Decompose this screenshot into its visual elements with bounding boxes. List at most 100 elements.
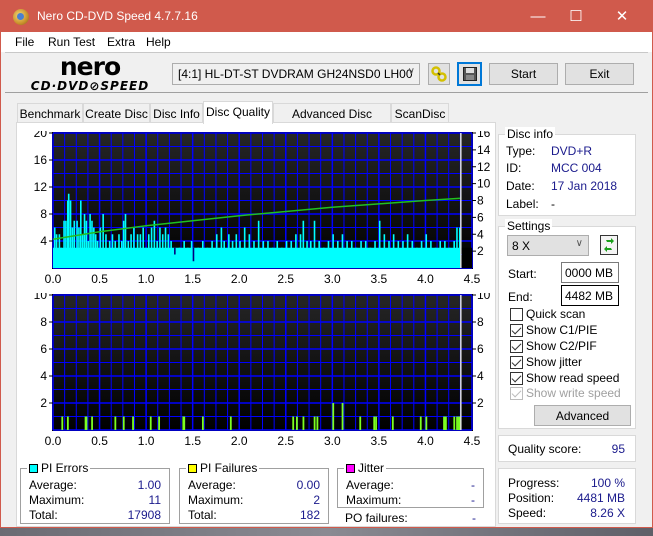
pi-failures-stats: PI Failures Average: 0.00 Maximum: 2 Total… bbox=[179, 461, 329, 524]
quality-score-group: Quality score: 95 bbox=[498, 435, 636, 462]
y2-tick-label: 2 bbox=[477, 244, 484, 258]
jitter-swatch bbox=[346, 464, 355, 473]
pi-errors-bar bbox=[411, 241, 414, 268]
y-tick-label: 20 bbox=[34, 131, 48, 140]
pi-errors-dip bbox=[174, 247, 176, 255]
pi-errors-bar bbox=[136, 234, 139, 268]
pi-errors-bar bbox=[130, 234, 132, 268]
tab-disc-info[interactable]: Disc Info bbox=[150, 103, 203, 123]
pi-errors-bar bbox=[309, 241, 312, 268]
pi-failures-bar bbox=[313, 416, 316, 430]
speed-select[interactable]: 8 X ∨ bbox=[507, 235, 589, 256]
menu-extra[interactable]: Extra bbox=[107, 35, 135, 49]
stat-row: Maximum: 11 bbox=[29, 493, 161, 507]
y2-tick-label: 8 bbox=[477, 194, 484, 208]
chain-link-icon bbox=[431, 66, 447, 82]
pi-errors-bar bbox=[120, 241, 123, 268]
pi-errors-bar bbox=[235, 234, 238, 268]
pi-errors-bar bbox=[239, 241, 241, 268]
speed-select-value: 8 X bbox=[512, 239, 531, 253]
refresh-speed-button[interactable] bbox=[600, 235, 618, 255]
y-tick-label: 4 bbox=[40, 234, 47, 248]
pi-errors-bar bbox=[302, 220, 305, 268]
pi-errors-bar bbox=[89, 214, 91, 268]
disc-id: MCC 004 bbox=[551, 161, 602, 175]
pi-errors-maximum: 11 bbox=[148, 493, 161, 507]
pi-failures-bar bbox=[453, 416, 456, 430]
pi-errors-bar bbox=[201, 241, 204, 268]
pi-errors-bar bbox=[127, 241, 130, 268]
drive-select-value: [4:1] HL-DT-ST DVDRAM GH24NSD0 LH00 bbox=[178, 67, 413, 81]
x-tick-label: 4.0 bbox=[417, 272, 434, 286]
jitter-average: - bbox=[471, 478, 475, 492]
x-tick-label: 3.0 bbox=[324, 272, 341, 286]
pi-errors-bar bbox=[58, 234, 61, 268]
pi-errors-bar bbox=[231, 241, 234, 268]
y-tick-label: 10 bbox=[34, 293, 48, 302]
pi-failures-bar bbox=[332, 403, 335, 430]
pi-failures-bar bbox=[66, 416, 69, 430]
tab-benchmark[interactable]: Benchmark bbox=[17, 103, 83, 123]
settings-group: Settings 8 X ∨ Start: 0000 MB End: 4482 … bbox=[498, 219, 636, 429]
pi-failures-bar bbox=[183, 416, 186, 430]
nero-app-icon bbox=[13, 9, 29, 25]
pi-errors-chart: 0.0 0.5 1.0 1.5 2.0 2.5 3.0 3.5 4.0 4.54812162024… bbox=[34, 131, 491, 286]
pi-errors-bar bbox=[150, 227, 153, 268]
pi-errors-bar bbox=[178, 247, 181, 268]
x-tick-label: 3.5 bbox=[371, 434, 388, 448]
menu-help[interactable]: Help bbox=[146, 35, 171, 49]
y-tick-label: 8 bbox=[40, 315, 47, 329]
start-input[interactable]: 0000 MB bbox=[561, 262, 619, 283]
exit-button[interactable]: Exit bbox=[565, 63, 634, 85]
pi-failures-bar bbox=[201, 416, 204, 430]
pi-failures-bar bbox=[419, 416, 422, 430]
pi-failures-chart: 0.0 0.5 1.0 1.5 2.0 2.5 3.0 3.5 4.0 4.5 2 4 6 8 10 2 4 6 8… bbox=[34, 293, 491, 448]
advanced-button[interactable]: Advanced bbox=[534, 405, 631, 426]
pi-errors-bar bbox=[161, 234, 164, 268]
pi-errors-bar bbox=[139, 234, 142, 268]
pi-failures-title: PI Failures bbox=[200, 461, 258, 475]
tab-disc-quality[interactable]: Disc Quality bbox=[203, 101, 273, 124]
pi-errors-bar bbox=[124, 214, 127, 268]
end-input[interactable]: 4482 MB bbox=[561, 285, 619, 306]
pi-errors-bar bbox=[211, 241, 213, 268]
pi-errors-bar bbox=[243, 227, 246, 268]
pi-errors-bar bbox=[420, 241, 423, 268]
pi-errors-bar bbox=[271, 247, 274, 268]
start-button[interactable]: Start bbox=[489, 63, 558, 85]
close-button[interactable]: ✕ bbox=[599, 1, 645, 32]
pi-failures-bar bbox=[61, 416, 64, 430]
pi-errors-bar bbox=[434, 247, 437, 268]
stat-row: Average: 0.00 bbox=[188, 478, 320, 492]
tab-advanced-disc-quality[interactable]: Advanced Disc Quality bbox=[273, 103, 391, 135]
pi-errors-bar bbox=[114, 241, 117, 268]
menu-file[interactable]: File bbox=[15, 35, 34, 49]
post-scan-area bbox=[461, 247, 472, 268]
pi-errors-bar bbox=[392, 234, 395, 268]
y-tick-label: 4 bbox=[40, 369, 47, 383]
tab-create-disc[interactable]: Create Disc bbox=[83, 103, 150, 123]
pi-errors-bar bbox=[159, 227, 161, 268]
save-button[interactable] bbox=[457, 62, 482, 86]
pi-errors-bar bbox=[69, 200, 72, 268]
pi-failures-bar bbox=[229, 416, 232, 430]
stat-row: Maximum: 2 bbox=[188, 493, 320, 507]
maximize-button[interactable]: ☐ bbox=[553, 1, 599, 32]
pi-errors-bar bbox=[336, 241, 339, 268]
drive-config-button[interactable] bbox=[428, 63, 450, 85]
y2-tick-label: 10 bbox=[477, 293, 491, 302]
pi-errors-bar bbox=[63, 220, 65, 268]
y2-tick-label: 12 bbox=[477, 160, 491, 174]
tab-scandisc[interactable]: ScanDisc bbox=[391, 103, 449, 123]
pi-errors-bar bbox=[167, 234, 170, 268]
drive-select[interactable]: [4:1] HL-DT-ST DVDRAM GH24NSD0 LH00 ∨ bbox=[172, 63, 420, 85]
pi-errors-bar bbox=[323, 247, 325, 268]
menu-run-test[interactable]: Run Test bbox=[48, 35, 95, 49]
pi-failures-bar bbox=[359, 416, 362, 430]
y2-tick-label: 2 bbox=[477, 396, 484, 410]
x-tick-label: 4.5 bbox=[464, 272, 481, 286]
pi-errors-bar bbox=[388, 241, 390, 268]
pi-failures-total: 182 bbox=[299, 508, 320, 522]
pi-errors-bar bbox=[94, 234, 97, 268]
pi-failures-bar bbox=[132, 416, 134, 430]
